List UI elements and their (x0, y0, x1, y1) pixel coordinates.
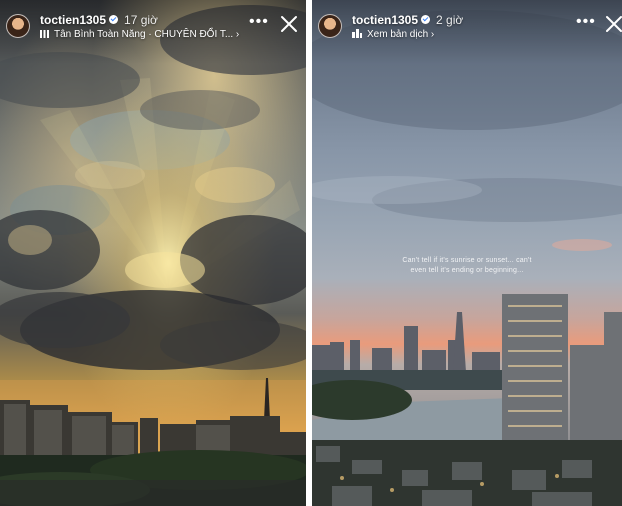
more-options-button[interactable]: ••• (249, 14, 269, 30)
username[interactable]: toctien1305 (40, 13, 106, 27)
story-caption: Can't tell if it's sunrise or sunset... … (312, 256, 622, 276)
close-icon (281, 16, 297, 32)
caption-line: even tell it's ending or beginning... (410, 267, 524, 274)
translate-text: Xem bản dịch › (367, 29, 435, 40)
story-panel-right[interactable]: toctien1305 2 giờ Xem bản dịch › Can't te… (312, 0, 622, 506)
verified-badge-icon (421, 15, 431, 24)
avatar[interactable] (318, 14, 342, 38)
music-text: Tân Bình Toàn Năng · CHUYÊN ĐỔI T... › (54, 29, 240, 40)
close-icon (606, 16, 622, 32)
story-header-user[interactable]: toctien1305 2 giờ (352, 13, 463, 27)
sky-photo-left (0, 0, 306, 506)
buildings-icon (352, 29, 362, 38)
close-button[interactable] (604, 14, 622, 34)
verified-badge-icon (109, 15, 119, 24)
close-button[interactable] (279, 14, 299, 34)
more-options-button[interactable]: ••• (576, 14, 596, 30)
story-header-user[interactable]: toctien1305 17 giờ (40, 13, 158, 27)
username[interactable]: toctien1305 (352, 13, 418, 27)
post-time: 17 giờ (124, 13, 158, 27)
post-time: 2 giờ (436, 13, 464, 27)
avatar[interactable] (6, 14, 30, 38)
music-bars-icon (40, 30, 49, 38)
caption-line: Can't tell if it's sunrise or sunset... … (402, 257, 532, 264)
story-panel-left[interactable]: toctien1305 17 giờ Tân Bình Toàn Năng · C… (0, 0, 306, 506)
translate-link[interactable]: Xem bản dịch › (352, 29, 434, 40)
city-photo-right (312, 0, 622, 506)
music-label[interactable]: Tân Bình Toàn Năng · CHUYÊN ĐỔI T... › (40, 29, 239, 40)
